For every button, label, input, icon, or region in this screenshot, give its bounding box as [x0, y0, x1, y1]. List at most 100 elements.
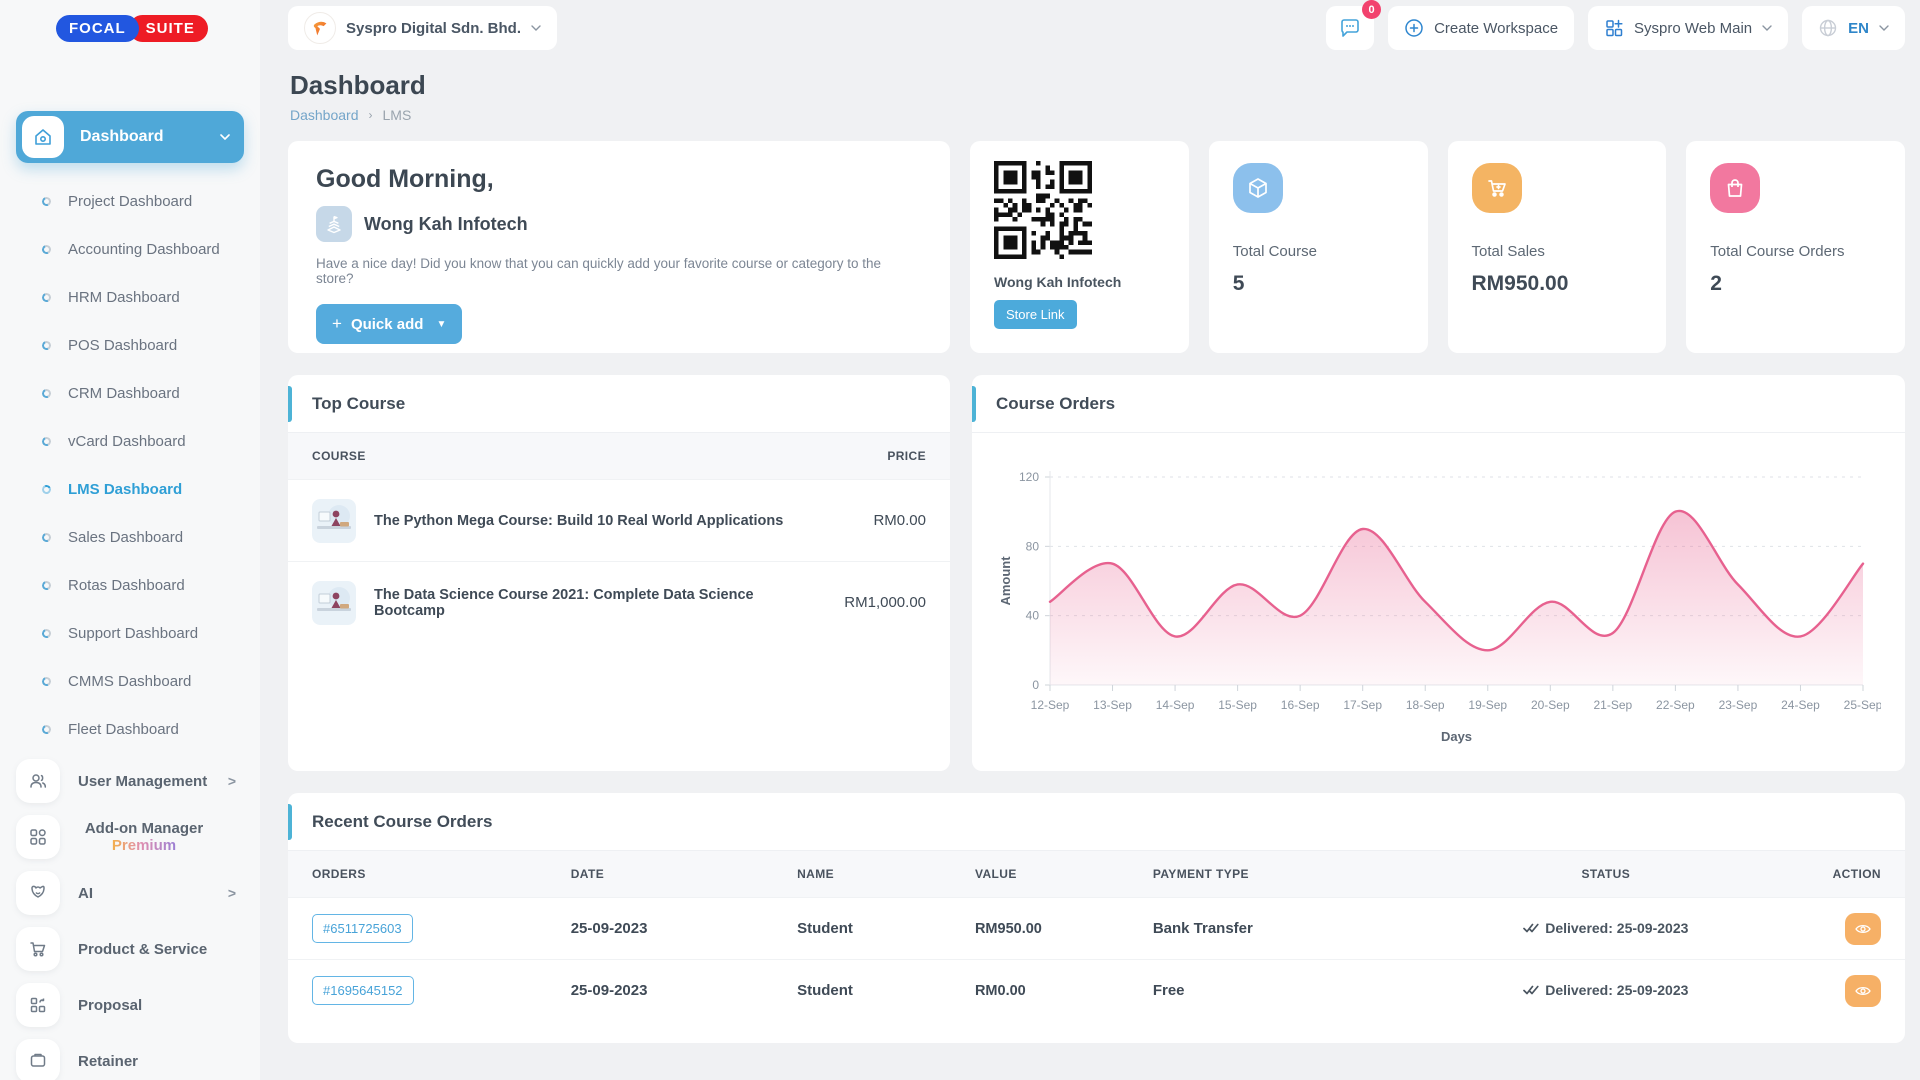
sidebar-item-label: Proposal — [78, 997, 236, 1014]
greeting-company-row: Wong Kah Infotech — [316, 206, 922, 242]
addon-manager-label-group: Add-on Manager Premium — [78, 820, 210, 854]
sidebar-item-hrm-dashboard[interactable]: HRM Dashboard — [0, 273, 260, 321]
svg-text:22-Sep: 22-Sep — [1656, 698, 1695, 712]
order-date: 25-09-2023 — [547, 898, 773, 960]
breadcrumb-dashboard[interactable]: Dashboard — [290, 107, 359, 123]
premium-badge: Premium — [112, 837, 176, 854]
cube-icon — [1233, 163, 1283, 213]
svg-text:40: 40 — [1026, 609, 1040, 623]
sidebar-item-sales-dashboard[interactable]: Sales Dashboard — [0, 513, 260, 561]
order-date: 25-09-2023 — [547, 960, 773, 1022]
table-row[interactable]: The Data Science Course 2021: Complete D… — [288, 562, 950, 644]
create-workspace-button[interactable]: Create Workspace — [1388, 6, 1574, 50]
sidebar-item-pos-dashboard[interactable]: POS Dashboard — [0, 321, 260, 369]
sidebar-item-project-dashboard[interactable]: Project Dashboard — [0, 177, 260, 225]
status-badge: Delivered: 25-09-2023 — [1523, 982, 1688, 998]
workspace-selector[interactable]: Syspro Digital Sdn. Bhd. — [288, 6, 557, 50]
sidebar-item-proposal[interactable]: Proposal — [0, 977, 260, 1033]
store-qr-code — [994, 161, 1092, 259]
sidebar-item-lms-dashboard[interactable]: LMS Dashboard — [0, 465, 260, 513]
stat-value: 2 — [1710, 272, 1881, 296]
chevron-down-icon — [220, 134, 230, 140]
sidebar-item-accounting-dashboard[interactable]: Accounting Dashboard — [0, 225, 260, 273]
order-id-button[interactable]: #1695645152 — [312, 976, 414, 1005]
eye-icon — [1855, 923, 1871, 935]
top-course-card: Top Course COURSE PRICE The Python Mega … — [288, 375, 950, 771]
sidebar-item-user-management[interactable]: User Management > — [0, 753, 260, 809]
column-header-status: STATUS — [1404, 851, 1808, 898]
svg-text:16-Sep: 16-Sep — [1281, 698, 1320, 712]
column-header-name: NAME — [773, 851, 951, 898]
messages-button[interactable]: 0 — [1326, 6, 1374, 50]
sidebar-item-product-service[interactable]: Product & Service — [0, 921, 260, 977]
quick-add-button[interactable]: + Quick add ▼ — [316, 304, 462, 344]
bullet-icon — [41, 675, 53, 687]
course-title: The Python Mega Course: Build 10 Real Wo… — [374, 513, 783, 529]
app-selector[interactable]: Syspro Web Main — [1588, 6, 1788, 50]
column-header-action: ACTION — [1808, 851, 1905, 898]
messages-count-badge: 0 — [1362, 0, 1381, 19]
sidebar-item-label: CRM Dashboard — [68, 385, 180, 402]
sidebar-item-rotas-dashboard[interactable]: Rotas Dashboard — [0, 561, 260, 609]
grid-plus-icon — [1604, 18, 1624, 38]
store-link-button[interactable]: Store Link — [994, 300, 1077, 329]
bag-icon — [1710, 163, 1760, 213]
brand-logo[interactable]: FOCAL SUITE — [0, 0, 260, 56]
table-row[interactable]: The Python Mega Course: Build 10 Real Wo… — [288, 480, 950, 562]
bullet-icon — [41, 195, 53, 207]
dashboard-sub-list: Project Dashboard Accounting Dashboard H… — [0, 177, 260, 753]
top-course-title: Top Course — [312, 394, 405, 414]
stat-label: Total Course — [1233, 243, 1404, 260]
sidebar-item-label: vCard Dashboard — [68, 433, 186, 450]
users-icon — [16, 759, 60, 803]
sidebar-item-label: Retainer — [78, 1053, 236, 1070]
sidebar-item-ai[interactable]: AI > — [0, 865, 260, 921]
sidebar-item-vcard-dashboard[interactable]: vCard Dashboard — [0, 417, 260, 465]
create-workspace-label: Create Workspace — [1434, 20, 1558, 37]
status-badge: Delivered: 25-09-2023 — [1523, 920, 1688, 936]
order-payment-type: Free — [1129, 960, 1404, 1022]
accent-bar — [288, 804, 292, 840]
top-course-table: COURSE PRICE The Python Mega Course: Bui… — [288, 433, 950, 644]
course-title: The Data Science Course 2021: Complete D… — [374, 587, 796, 619]
svg-text:21-Sep: 21-Sep — [1593, 698, 1632, 712]
double-check-icon — [1523, 984, 1539, 996]
ai-icon — [16, 871, 60, 915]
sidebar-item-label: Rotas Dashboard — [68, 577, 185, 594]
globe-icon — [1818, 18, 1838, 38]
brand-logo-suite: SUITE — [129, 15, 208, 42]
recent-orders-header: Recent Course Orders — [288, 793, 1905, 851]
plus-circle-icon — [1404, 18, 1424, 38]
chat-icon — [1338, 16, 1362, 40]
order-id-button[interactable]: #6511725603 — [312, 914, 413, 943]
svg-text:120: 120 — [1019, 470, 1039, 484]
building-icon — [316, 206, 352, 242]
view-order-button[interactable] — [1845, 975, 1881, 1007]
course-orders-header: Course Orders — [972, 375, 1905, 433]
order-name: Student — [773, 960, 951, 1022]
company-name: Wong Kah Infotech — [364, 214, 528, 235]
store-name: Wong Kah Infotech — [994, 274, 1165, 290]
sidebar-item-label: Add-on Manager — [85, 820, 203, 837]
top-course-header: Top Course — [288, 375, 950, 433]
sidebar-item-retainer[interactable]: Retainer — [0, 1033, 260, 1080]
sidebar-item-fleet-dashboard[interactable]: Fleet Dashboard — [0, 705, 260, 753]
workspace-logo-icon — [304, 12, 336, 44]
sidebar-item-support-dashboard[interactable]: Support Dashboard — [0, 609, 260, 657]
sidebar-item-addon-manager[interactable]: Add-on Manager Premium — [0, 809, 260, 865]
sales-cart-icon — [1472, 163, 1522, 213]
retainer-icon — [16, 1039, 60, 1080]
sidebar-item-dashboard[interactable]: Dashboard — [16, 111, 244, 163]
eye-icon — [1855, 985, 1871, 997]
stat-label: Total Course Orders — [1710, 243, 1881, 260]
column-header-value: VALUE — [951, 851, 1129, 898]
store-qr-card: Wong Kah Infotech Store Link — [970, 141, 1189, 353]
stats-row: Good Morning, Wong Kah Infotech Have a n… — [288, 141, 1905, 353]
language-selector[interactable]: EN — [1802, 6, 1905, 50]
sidebar-item-crm-dashboard[interactable]: CRM Dashboard — [0, 369, 260, 417]
sidebar-item-cmms-dashboard[interactable]: CMMS Dashboard — [0, 657, 260, 705]
chevron-down-icon — [1762, 25, 1772, 31]
view-order-button[interactable] — [1845, 913, 1881, 945]
recent-orders-table: ORDERS DATE NAME VALUE PAYMENT TYPE STAT… — [288, 851, 1905, 1022]
modules-icon — [16, 815, 60, 859]
